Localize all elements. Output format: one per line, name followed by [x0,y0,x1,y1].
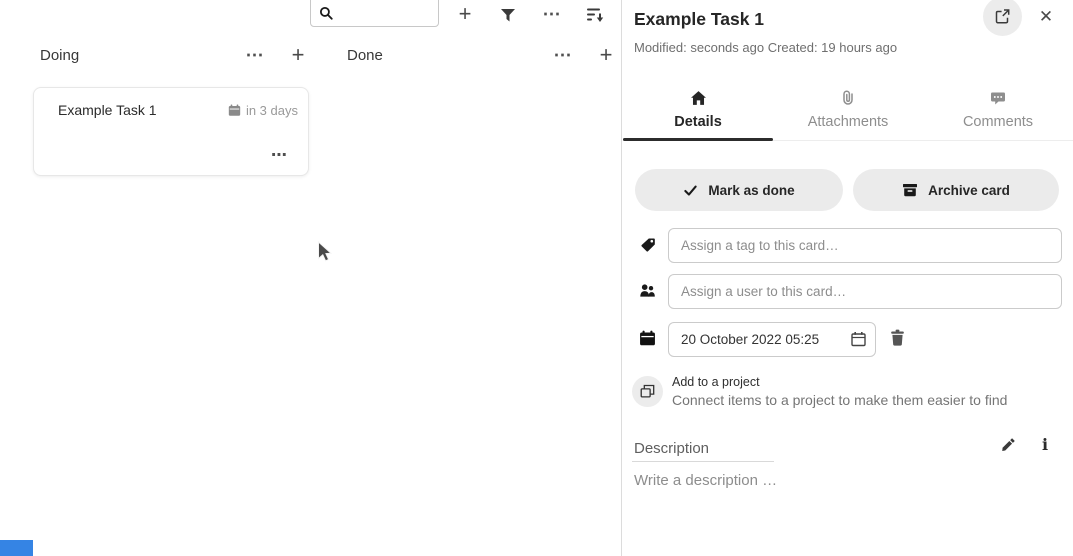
calendar-icon [228,104,241,117]
project-windows-icon [640,384,655,399]
open-in-window-button[interactable] [983,0,1022,36]
date-picker-button[interactable] [850,331,867,351]
edit-description-button[interactable] [1001,437,1016,455]
due-date-field[interactable]: 20 October 2022 05:25 [668,322,876,357]
due-date-value: 20 October 2022 05:25 [681,332,819,347]
trash-icon [889,329,906,347]
add-to-project-subtitle: Connect items to a project to make them … [672,392,1007,408]
mark-as-done-label: Mark as done [708,183,794,198]
card-title: Example Task 1 [58,102,157,118]
tab-comments[interactable]: Comments [923,80,1073,140]
comment-icon [990,91,1006,106]
tab-comments-label: Comments [963,114,1033,130]
tab-details[interactable]: Details [623,80,773,140]
board-menu-button[interactable]: ⋯ [540,1,564,27]
column-doing-add-card-button[interactable]: + [286,42,310,68]
search-input[interactable] [339,3,433,23]
pencil-icon [1001,437,1016,452]
home-icon [690,90,707,107]
kanban-card[interactable]: Example Task 1 in 3 days ⋯ [33,87,309,176]
column-done-add-card-button[interactable]: + [594,42,618,68]
assign-tag-input[interactable] [668,228,1062,263]
calendar-outline-icon [850,331,867,348]
tab-attachments-label: Attachments [808,114,889,130]
mouse-cursor [317,241,334,264]
panel-meta: Modified: seconds ago Created: 19 hours … [634,40,897,55]
close-panel-button[interactable]: ✕ [1031,2,1061,32]
filter-button[interactable] [499,4,517,26]
plus-icon: + [292,44,305,66]
sort-button[interactable] [584,3,606,27]
description-divider [632,461,774,462]
filter-icon [500,7,516,23]
active-tab-underline [623,138,773,141]
archive-icon [902,182,918,198]
add-column-button[interactable]: + [452,0,478,28]
card-due-badge: in 3 days [228,103,298,118]
tab-details-label: Details [674,114,722,130]
description-info-button[interactable]: i [1042,435,1048,454]
ellipsis-icon: ⋯ [246,46,265,64]
column-done-menu-button[interactable]: ⋯ [551,44,575,66]
search-icon [319,6,334,21]
remove-due-date-button[interactable] [889,329,906,350]
column-title-doing: Doing [40,47,79,64]
add-to-project-title: Add to a project [672,375,760,389]
card-detail-panel: Example Task 1 Modified: seconds ago Cre… [623,0,1073,556]
description-placeholder[interactable]: Write a description … [634,472,777,489]
users-icon [639,283,656,303]
panel-tabbar: Details Attachments Comments [623,80,1073,141]
tab-attachments[interactable]: Attachments [773,80,923,140]
tag-icon [640,237,656,258]
check-icon [683,183,698,198]
external-link-icon [994,8,1011,25]
mark-as-done-button[interactable]: Mark as done [635,169,843,211]
description-label: Description [634,440,709,457]
column-doing-menu-button[interactable]: ⋯ [243,44,267,66]
paperclip-icon [840,89,856,107]
kanban-board: + ⋯ Doing ⋯ + Done ⋯ + Example Task 1 [0,0,622,556]
column-title-done: Done [347,47,383,64]
blue-corner-artifact [0,540,33,556]
search-box[interactable] [310,0,439,27]
sort-descending-icon [585,5,605,25]
calendar-icon [639,330,656,352]
panel-title: Example Task 1 [634,9,764,30]
ellipsis-icon: ⋯ [554,46,573,64]
ellipsis-icon: ⋯ [543,5,562,23]
assign-user-input[interactable] [668,274,1062,309]
close-icon: ✕ [1039,7,1053,27]
plus-icon: + [459,3,472,25]
info-icon: i [1042,435,1048,454]
archive-card-label: Archive card [928,183,1010,198]
add-to-project-button[interactable] [632,376,663,407]
archive-card-button[interactable]: Archive card [853,169,1059,211]
card-due-text: in 3 days [246,103,298,118]
card-menu-button[interactable]: ⋯ [271,145,288,165]
plus-icon: + [600,44,613,66]
